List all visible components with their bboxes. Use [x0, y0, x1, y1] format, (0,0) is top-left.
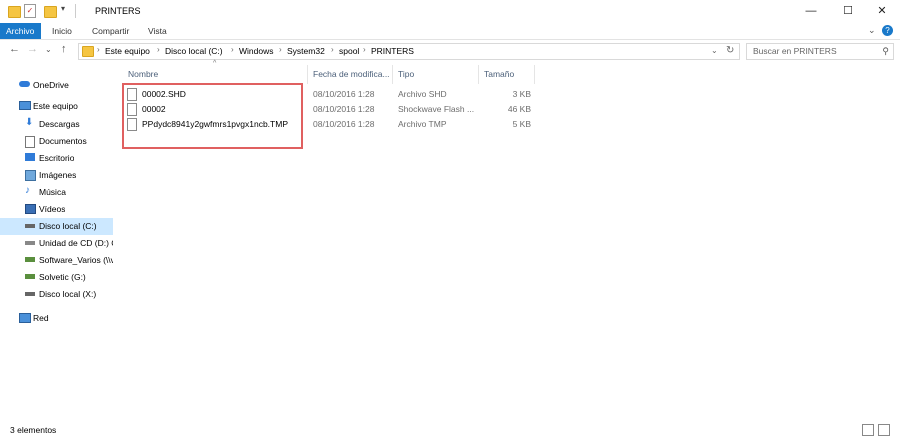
column-header-date[interactable]: Fecha de modifica...: [313, 69, 390, 79]
sidebar-item-escritorio[interactable]: Escritorio: [0, 150, 113, 167]
column-divider[interactable]: [534, 65, 535, 84]
downloads-icon: ⬇: [25, 117, 34, 128]
expand-ribbon-icon[interactable]: ⌄: [868, 25, 876, 36]
music-icon: ♪: [25, 185, 30, 196]
sidebar-item-musica[interactable]: ♪ Música: [0, 184, 113, 201]
tab-compartir[interactable]: Compartir: [86, 23, 135, 39]
drive-icon: [25, 224, 35, 228]
maximize-button[interactable]: ☐: [830, 0, 866, 23]
file-type: Archivo TMP: [398, 119, 447, 129]
large-icons-view-icon[interactable]: [878, 424, 890, 436]
tab-vista[interactable]: Vista: [142, 23, 173, 39]
address-bar[interactable]: › Este equipo › Disco local (C:) › Windo…: [78, 43, 740, 60]
highlight-box: [122, 83, 303, 149]
videos-icon: [25, 204, 36, 214]
breadcrumb-este-equipo[interactable]: Este equipo: [105, 46, 150, 56]
customize-quick-access-icon[interactable]: ▾: [61, 4, 65, 13]
breadcrumb-separator[interactable]: ›: [97, 45, 100, 54]
navigation-bar: ← → ⌄ ↑ › Este equipo › Disco local (C:)…: [0, 40, 900, 62]
file-type: Shockwave Flash ...: [398, 104, 475, 114]
properties-icon[interactable]: ✓: [24, 4, 36, 18]
column-divider[interactable]: [478, 65, 479, 84]
sidebar-item-red[interactable]: Red: [0, 310, 113, 327]
breadcrumb-disco-local[interactable]: Disco local (C:): [165, 46, 223, 56]
file-type: Archivo SHD: [398, 89, 447, 99]
status-bar: 3 elementos: [0, 422, 900, 438]
sidebar-item-documentos[interactable]: Documentos: [0, 133, 113, 150]
desktop-icon: [25, 153, 35, 161]
network-icon: [19, 313, 31, 323]
tab-inicio[interactable]: Inicio: [46, 23, 78, 39]
file-size: 3 KB: [512, 89, 531, 99]
minimize-button[interactable]: —: [793, 0, 829, 23]
tab-archivo[interactable]: Archivo: [0, 23, 41, 39]
sidebar-item-videos[interactable]: Vídeos: [0, 201, 113, 218]
network-drive-icon: [25, 257, 35, 262]
breadcrumb-separator[interactable]: ›: [363, 45, 366, 54]
search-input[interactable]: [753, 46, 873, 56]
column-header-name[interactable]: Nombre: [128, 69, 158, 79]
column-divider[interactable]: [307, 65, 308, 84]
search-icon[interactable]: ⚲: [882, 46, 889, 57]
cloud-icon: [19, 81, 30, 87]
breadcrumb-printers[interactable]: PRINTERS: [371, 46, 414, 56]
forward-arrow-icon[interactable]: →: [27, 43, 38, 55]
close-button[interactable]: ✕: [864, 0, 900, 23]
search-box[interactable]: ⚲: [746, 43, 894, 60]
cd-drive-icon: [25, 241, 35, 245]
sidebar-item-este-equipo[interactable]: Este equipo: [0, 98, 113, 115]
details-view-icon[interactable]: [862, 424, 874, 436]
file-size: 5 KB: [512, 119, 531, 129]
file-date: 08/10/2016 1:28: [313, 89, 375, 99]
item-count: 3 elementos: [10, 425, 57, 435]
network-drive-icon: [25, 274, 35, 279]
recent-locations-icon[interactable]: ⌄: [45, 45, 52, 54]
sidebar-item-software-varios[interactable]: Software_Varios (\\v: [0, 252, 113, 269]
breadcrumb-separator[interactable]: ›: [157, 45, 160, 54]
column-header-type[interactable]: Tipo: [398, 69, 414, 79]
folder-icon: [8, 6, 21, 18]
file-list: ^ Nombre Fecha de modifica... Tipo Tamañ…: [120, 60, 900, 422]
sidebar-item-imagenes[interactable]: Imágenes: [0, 167, 113, 184]
column-header-size[interactable]: Tamaño: [484, 69, 514, 79]
title-bar: ✓ ▾ PRINTERS — ☐ ✕: [0, 0, 900, 23]
breadcrumb-spool[interactable]: spool: [339, 46, 359, 56]
breadcrumb-system32[interactable]: System32: [287, 46, 325, 56]
ribbon-tabs: Archivo Inicio Compartir Vista ⌄ ?: [0, 23, 900, 40]
sidebar-item-onedrive[interactable]: OneDrive: [0, 77, 113, 94]
navigation-pane: OneDrive Este equipo ⬇ Descargas Documen…: [0, 70, 113, 415]
breadcrumb-separator[interactable]: ›: [331, 45, 334, 54]
breadcrumb-windows[interactable]: Windows: [239, 46, 273, 56]
back-arrow-icon[interactable]: ←: [9, 43, 20, 55]
drive-icon: [25, 292, 35, 296]
help-icon[interactable]: ?: [882, 25, 893, 36]
sidebar-item-disco-local-c[interactable]: Disco local (C:): [0, 218, 113, 235]
pictures-icon: [25, 170, 36, 181]
column-divider[interactable]: [392, 65, 393, 84]
file-size: 46 KB: [507, 104, 531, 114]
sidebar-item-descargas[interactable]: ⬇ Descargas: [0, 116, 113, 133]
sidebar-item-unidad-cd[interactable]: Unidad de CD (D:) C: [0, 235, 113, 252]
window-title: PRINTERS: [95, 6, 141, 16]
breadcrumb-separator[interactable]: ›: [279, 45, 282, 54]
divider: [75, 4, 76, 18]
file-date: 08/10/2016 1:28: [313, 104, 375, 114]
address-dropdown-icon[interactable]: ⌄: [711, 46, 718, 55]
breadcrumb-separator[interactable]: ›: [231, 45, 234, 54]
folder-icon: [82, 46, 94, 57]
sidebar-item-disco-local-x[interactable]: Disco local (X:): [0, 286, 113, 303]
documents-icon: [25, 136, 35, 148]
sort-ascending-icon: ^: [213, 60, 217, 67]
file-date: 08/10/2016 1:28: [313, 119, 375, 129]
new-folder-icon[interactable]: [44, 6, 57, 18]
up-arrow-icon[interactable]: ↑: [61, 43, 67, 55]
computer-icon: [19, 101, 31, 110]
refresh-icon[interactable]: ↻: [726, 45, 734, 56]
sidebar-item-solvetic[interactable]: Solvetic (G:): [0, 269, 113, 286]
